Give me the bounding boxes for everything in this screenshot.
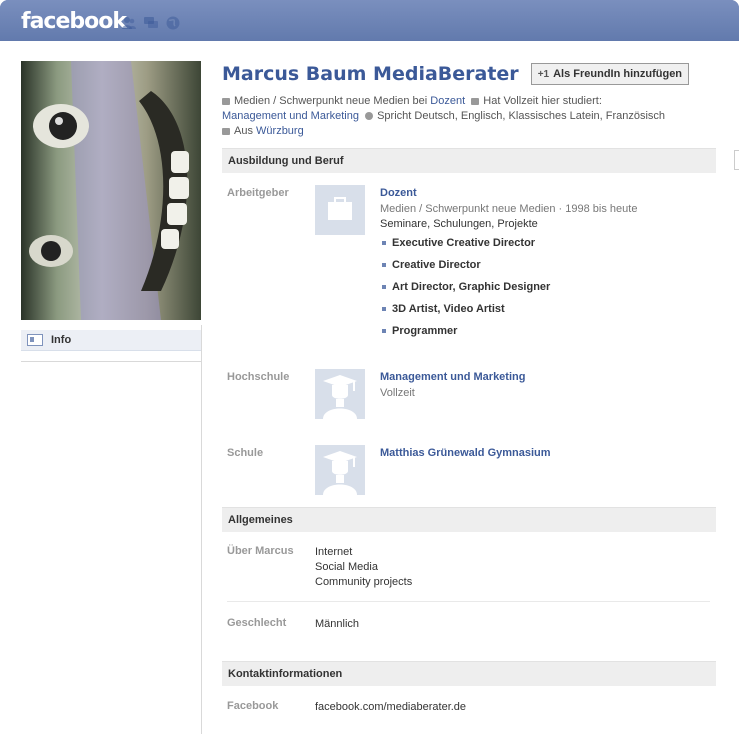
school-entry: Matthias Grünewald Gymnasium: [380, 447, 551, 459]
school-thumbnail[interactable]: [315, 445, 365, 495]
education-work-section: Ausbildung und Beruf Arbeitgeber Dozent …: [222, 148, 716, 495]
left-column: Info: [21, 61, 201, 362]
top-bar: facebook: [0, 0, 739, 41]
graduate-placeholder-icon: [323, 375, 357, 419]
about-line: Community projects: [315, 576, 413, 588]
globe-icon: [365, 112, 374, 121]
home-icon: [222, 127, 230, 135]
gender-label: Geschlecht: [227, 617, 287, 629]
profile-summary: Medien / Schwerpunkt neue Medien bei Doz…: [222, 94, 716, 139]
jewel-bar: [121, 15, 181, 31]
school-title-link[interactable]: Matthias Grünewald Gymnasium: [380, 447, 551, 459]
gender-value: Männlich: [315, 618, 360, 630]
college-subtitle: Vollzeit: [380, 387, 415, 399]
position-item[interactable]: Creative Director: [380, 258, 637, 280]
school-label: Schule: [227, 447, 264, 459]
employer-description: Seminare, Schulungen, Projekte: [380, 218, 538, 230]
position-item[interactable]: Art Director, Graphic Designer: [380, 280, 637, 302]
facebook-label: Facebook: [227, 700, 279, 712]
hometown-prefix: Aus: [234, 125, 253, 137]
sidebar-item-info[interactable]: Info: [21, 330, 201, 351]
profile-picture-art: [21, 61, 201, 320]
employer-entry: Dozent Medien / Schwerpunkt neue Medien …: [380, 187, 637, 346]
positions-list: Executive Creative Director Creative Dir…: [380, 236, 637, 346]
college-thumbnail[interactable]: [315, 369, 365, 419]
employer-thumbnail[interactable]: [315, 185, 365, 235]
employer-title-link[interactable]: Dozent: [380, 187, 637, 199]
languages-text: Spricht Deutsch, Englisch, Klassisches L…: [377, 110, 666, 122]
college-label: Hochschule: [227, 371, 290, 383]
about-value: Internet Social Media Community projects: [315, 545, 412, 590]
position-item[interactable]: 3D Artist, Video Artist: [380, 302, 637, 324]
work-link[interactable]: Dozent: [430, 95, 465, 107]
contact-section: Kontaktinformationen Facebook facebook.c…: [222, 661, 716, 713]
add-friend-icon: +1: [537, 68, 550, 80]
sidebar-item-info-label: Info: [51, 334, 72, 346]
hometown-link[interactable]: Würzburg: [256, 125, 304, 137]
general-heading: Allgemeines: [222, 507, 716, 532]
facebook-logo[interactable]: facebook: [21, 9, 127, 34]
briefcase-icon: [222, 97, 230, 105]
scrollbar-edge[interactable]: [734, 150, 739, 170]
general-section: Allgemeines Über Marcus Internet Social …: [222, 507, 716, 630]
add-friend-label: Als FreundIn hinzufügen: [553, 68, 683, 80]
contact-heading: Kontaktinformationen: [222, 661, 716, 686]
work-summary-text: Medien / Schwerpunkt neue Medien bei: [234, 95, 428, 107]
sidebar-divider: [21, 361, 201, 362]
graduate-placeholder-icon: [323, 451, 357, 495]
education-work-heading: Ausbildung und Beruf: [222, 148, 716, 173]
messages-icon[interactable]: [143, 15, 159, 31]
info-card-icon: [27, 334, 43, 346]
main-column: Marcus Baum MediaBerater +1 Als FreundIn…: [222, 60, 716, 713]
position-item[interactable]: Executive Creative Director: [380, 236, 637, 258]
profile-name[interactable]: Marcus Baum MediaBerater: [222, 63, 519, 85]
study-summary-text: Hat Vollzeit hier studiert:: [483, 95, 602, 107]
college-entry: Management und Marketing Vollzeit: [380, 371, 525, 399]
about-line: Internet: [315, 546, 353, 558]
notifications-globe-icon[interactable]: [165, 15, 181, 31]
briefcase-placeholder-icon: [328, 197, 352, 220]
profile-header: Marcus Baum MediaBerater +1 Als FreundIn…: [222, 60, 716, 88]
position-item[interactable]: Programmer: [380, 324, 637, 346]
facebook-url-link[interactable]: facebook.com/mediaberater.de: [315, 700, 466, 715]
general-divider: [227, 601, 710, 602]
employer-subtitle: Medien / Schwerpunkt neue Medien · 1998 …: [380, 203, 638, 215]
profile-picture[interactable]: [21, 61, 201, 320]
employer-label: Arbeitgeber: [227, 187, 289, 199]
college-title-link[interactable]: Management und Marketing: [380, 371, 525, 383]
study-link[interactable]: Management und Marketing: [222, 110, 359, 122]
about-label: Über Marcus: [227, 545, 294, 557]
column-divider: [201, 325, 202, 734]
about-line: Social Media: [315, 561, 378, 573]
friend-requests-icon[interactable]: [121, 15, 137, 31]
graduation-cap-icon: [471, 97, 480, 105]
add-friend-button[interactable]: +1 Als FreundIn hinzufügen: [530, 63, 690, 85]
